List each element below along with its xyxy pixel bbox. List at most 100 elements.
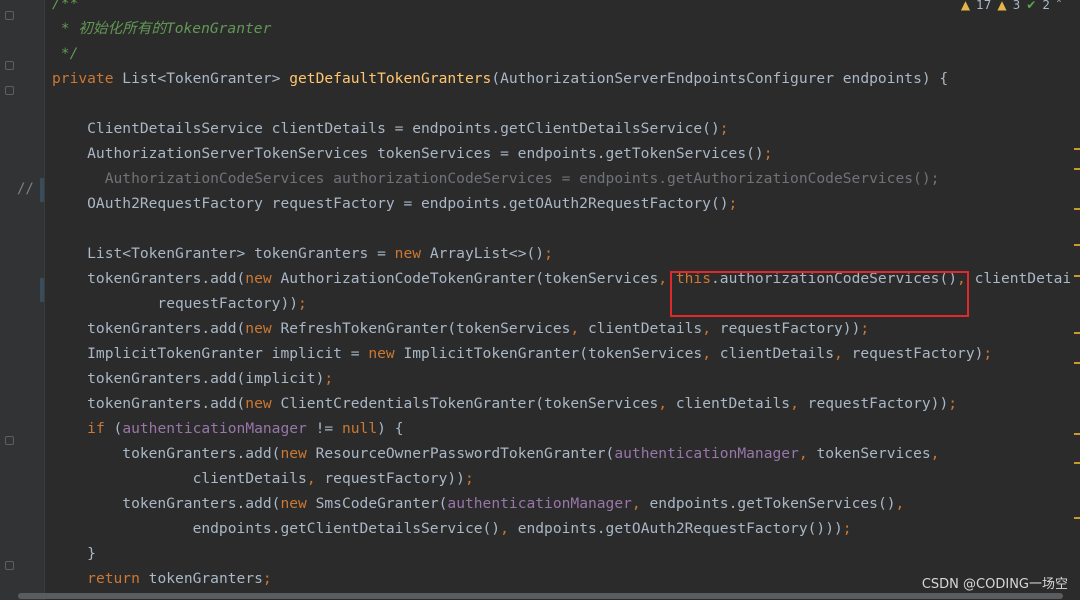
code-line[interactable]: tokenGranters.add(new AuthorizationCodeT… <box>52 266 1070 291</box>
code-token: , <box>834 345 852 362</box>
code-token: tokenGranters.add( <box>52 270 246 287</box>
code-token: , <box>790 395 808 412</box>
inspection-widget[interactable]: ▲ 17 ▲ 3 ✔ 2 ˄ <box>961 0 1062 12</box>
code-token: OAuth2RequestFactory requestFactory = en… <box>52 195 729 212</box>
code-token: List<TokenGranter> tokenGranters = <box>52 245 395 262</box>
code-line[interactable]: return tokenGranters; <box>52 566 272 591</box>
code-token: ClientDetailsService clientDetails = end… <box>52 120 720 137</box>
error-stripe[interactable] <box>1072 0 1080 600</box>
code-token: != <box>306 420 342 437</box>
stripe-mark[interactable] <box>1074 148 1080 150</box>
code-token: clientDetails <box>974 270 1070 287</box>
code-token: endpoints.getTokenServices() <box>649 495 896 512</box>
code-token: requestFactory)) <box>719 320 861 337</box>
code-token: , <box>500 520 518 537</box>
code-token: , <box>658 270 676 287</box>
code-token: ResourceOwnerPasswordTokenGranter( <box>315 445 615 462</box>
code-token: return <box>87 570 149 587</box>
code-line[interactable]: AuthorizationServerTokenServices tokenSe… <box>52 141 772 166</box>
code-token: , <box>930 445 940 462</box>
code-token: , <box>658 395 676 412</box>
code-token: AuthorizationCodeServices authorizationC… <box>52 170 940 187</box>
code-line[interactable]: */ <box>52 41 79 66</box>
code-token: this <box>675 270 711 287</box>
code-line[interactable]: /** <box>52 0 78 16</box>
code-token: private <box>52 70 123 87</box>
code-token: ; <box>842 520 852 537</box>
code-token: new <box>394 245 430 262</box>
warning-count: 17 <box>976 0 992 12</box>
weak-warning-count: 3 <box>1012 0 1021 12</box>
code-token: , <box>798 445 817 462</box>
code-token: , <box>957 270 975 287</box>
code-line[interactable]: AuthorizationCodeServices authorizationC… <box>52 166 940 191</box>
code-line[interactable]: tokenGranters.add(new ClientCredentialsT… <box>52 391 957 416</box>
stripe-mark[interactable] <box>1074 362 1080 364</box>
code-line[interactable]: List<TokenGranter> tokenGranters = new A… <box>52 241 553 266</box>
code-token: , <box>702 320 720 337</box>
code-token: tokenGranters <box>148 570 263 587</box>
code-token: getDefaultTokenGranters <box>289 70 492 87</box>
code-token: tokenGranters.add( <box>52 320 246 337</box>
code-token: clientDetails <box>675 395 791 412</box>
code-line[interactable]: endpoints.getClientDetailsService(), end… <box>52 516 852 541</box>
weak-warning-icon: ▲ <box>997 0 1007 12</box>
code-editor[interactable]: /** * 初始化所有的TokenGranter */ private List<… <box>0 0 1070 600</box>
code-token: , <box>631 495 650 512</box>
code-token: RefreshTokenGranter(tokenServices <box>280 320 571 337</box>
code-token: if <box>87 420 114 437</box>
code-line[interactable]: ImplicitTokenGranter implicit = new Impl… <box>52 341 992 366</box>
stripe-mark[interactable] <box>1074 462 1080 464</box>
code-line[interactable]: private List<TokenGranter> getDefaultTok… <box>52 66 948 91</box>
code-token: ; <box>860 320 870 337</box>
code-token: */ <box>52 45 79 62</box>
code-token: authenticationManager <box>122 420 307 437</box>
code-token: ; <box>719 120 729 137</box>
code-token: ArrayList<>() <box>429 245 545 262</box>
code-line[interactable]: if (authenticationManager != null) { <box>52 416 403 441</box>
code-token: tokenGranters.add( <box>52 495 281 512</box>
stripe-mark[interactable] <box>1074 244 1080 246</box>
code-line[interactable]: tokenGranters.add(new SmsCodeGranter(aut… <box>52 491 904 516</box>
stripe-mark[interactable] <box>1074 517 1080 519</box>
code-token: , <box>570 320 588 337</box>
code-token: ImplicitTokenGranter(tokenServices <box>403 345 703 362</box>
code-token: new <box>245 270 281 287</box>
code-token: ; <box>544 245 553 262</box>
code-token: ClientCredentialsTokenGranter(tokenServi… <box>280 395 659 412</box>
code-line[interactable]: tokenGranters.add(new ResourceOwnerPassw… <box>52 441 939 466</box>
code-token: ; <box>324 370 334 387</box>
code-line[interactable]: clientDetails, requestFactory)); <box>52 466 474 491</box>
code-line[interactable]: ClientDetailsService clientDetails = end… <box>52 116 729 141</box>
code-token: tokenGranters.add( <box>52 395 246 412</box>
stripe-mark[interactable] <box>1074 433 1080 435</box>
chevron-up-icon[interactable]: ˄ <box>1056 0 1062 12</box>
code-token: List<TokenGranter> <box>122 70 290 87</box>
code-line[interactable]: tokenGranters.add(new RefreshTokenGrante… <box>52 316 869 341</box>
stripe-mark[interactable] <box>1074 208 1080 210</box>
code-token: endpoints.getOAuth2RequestFactory())) <box>517 520 843 537</box>
code-token: new <box>245 320 281 337</box>
stripe-mark[interactable] <box>1074 168 1080 170</box>
horizontal-scrollbar[interactable] <box>18 593 1063 599</box>
code-token: requestFactory) <box>851 345 984 362</box>
code-token: ImplicitTokenGranter implicit = <box>52 345 369 362</box>
code-line[interactable]: tokenGranters.add(implicit); <box>52 366 333 391</box>
code-token: null <box>341 420 378 437</box>
stripe-mark[interactable] <box>1074 332 1080 334</box>
code-token: SmsCodeGranter( <box>315 495 448 512</box>
code-token: /** <box>52 0 79 12</box>
stripe-mark[interactable] <box>1074 275 1080 277</box>
code-token: } <box>52 545 96 562</box>
code-token: tokenGranters.add( <box>52 445 281 462</box>
code-token: new <box>368 345 404 362</box>
code-line[interactable]: requestFactory)); <box>52 291 306 316</box>
code-line[interactable]: * 初始化所有的TokenGranter <box>52 16 272 41</box>
code-line[interactable]: OAuth2RequestFactory requestFactory = en… <box>52 191 737 216</box>
code-token: clientDetails <box>587 320 703 337</box>
code-token: ; <box>262 570 272 587</box>
code-line[interactable]: } <box>52 541 96 566</box>
code-token: new <box>280 495 316 512</box>
